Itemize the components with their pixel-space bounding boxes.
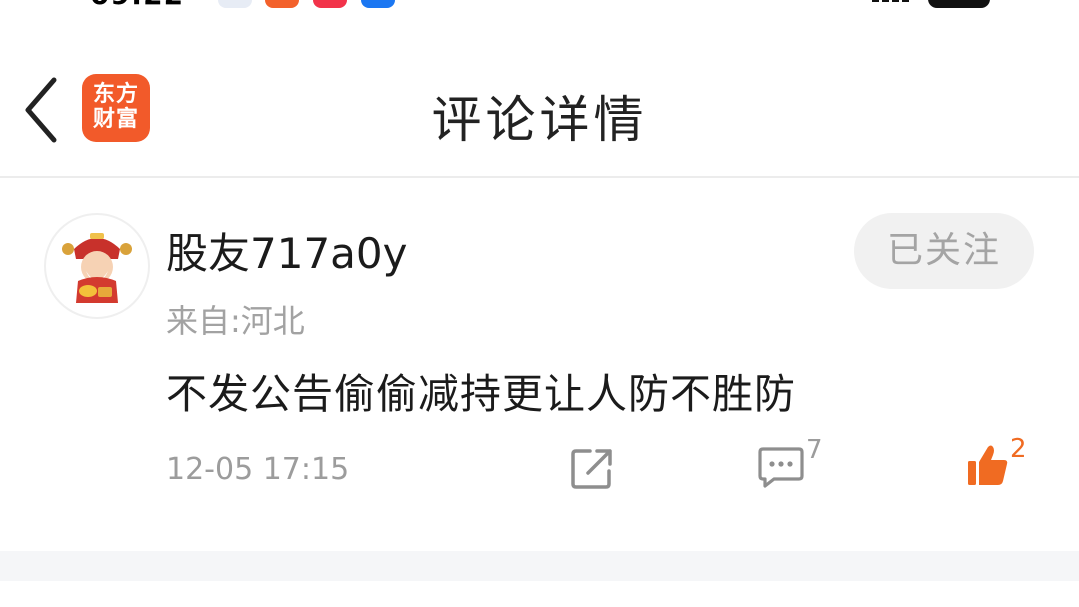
share-external-icon <box>571 449 612 489</box>
like-button[interactable]: 2 <box>964 434 1044 494</box>
nav-divider <box>0 176 1079 178</box>
notification-app-icon <box>218 0 252 8</box>
comment-bubble-icon <box>758 447 804 488</box>
notification-app-icon <box>313 0 347 8</box>
avatar-fortune-god-icon <box>62 233 132 303</box>
follow-button[interactable]: 已关注 <box>854 213 1034 289</box>
share-button[interactable] <box>570 447 614 491</box>
location-label: 来自:河北 <box>166 302 305 340</box>
avatar[interactable] <box>44 213 150 319</box>
reply-button[interactable]: 7 <box>756 435 836 495</box>
username[interactable]: 股友717a0y <box>166 220 407 281</box>
notification-app-icon <box>265 0 299 8</box>
reply-count: 7 <box>806 435 823 465</box>
nav-bar: 东方 财富 评论详情 <box>0 44 1079 176</box>
notification-app-icon <box>361 0 395 8</box>
section-separator <box>0 551 1079 581</box>
status-bar: 09:22 <box>0 0 1079 14</box>
battery-icon <box>928 0 990 8</box>
status-time: 09:22 <box>90 0 190 11</box>
signal-icon <box>872 0 912 8</box>
comment-text: 不发公告偷偷减持更让人防不胜防 <box>166 370 796 418</box>
comment-detail-screen: 09:22 东方 财富 评论详情 <box>0 0 1079 607</box>
like-count: 2 <box>1010 434 1027 464</box>
thumbs-up-icon <box>968 445 1008 485</box>
page-title: 评论详情 <box>431 91 648 149</box>
comment-timestamp: 12-05 17:15 <box>166 452 350 487</box>
